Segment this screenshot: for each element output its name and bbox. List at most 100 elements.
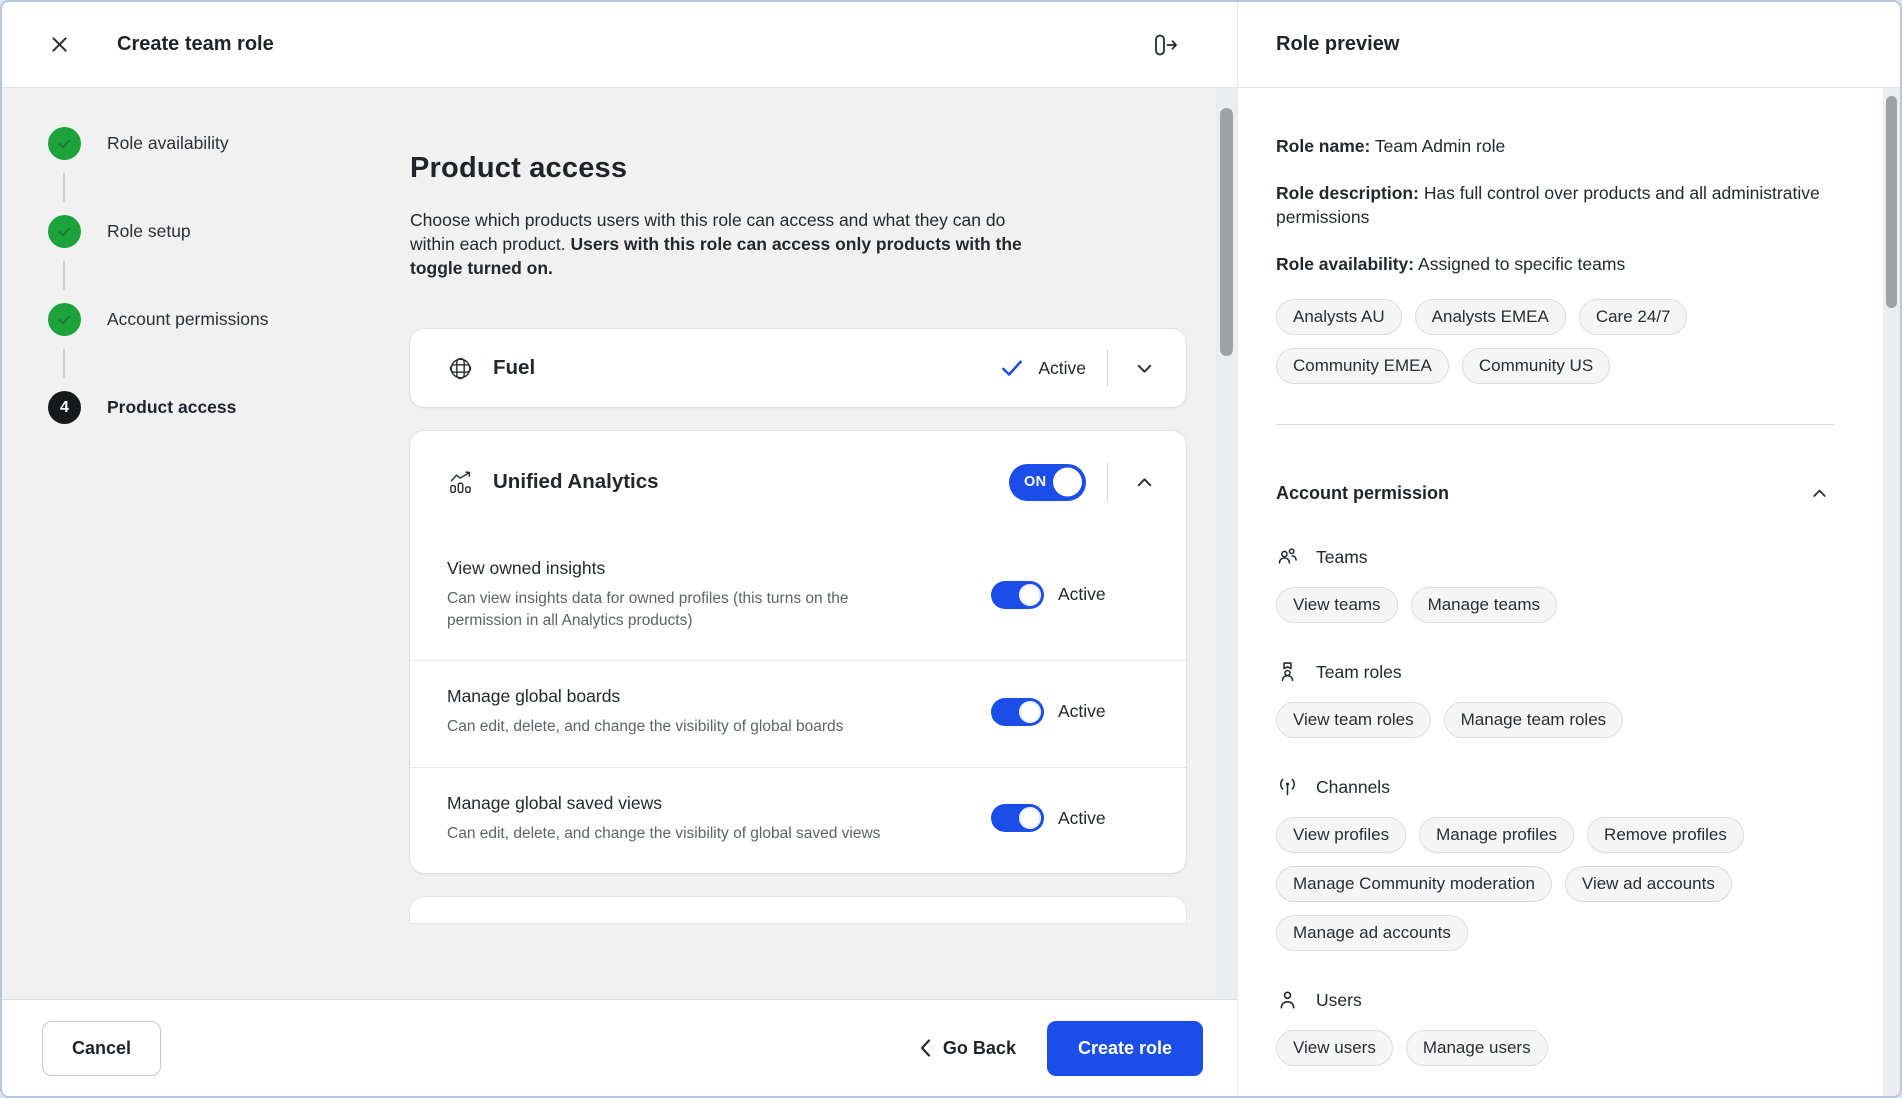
product-card-header: Fuel Active <box>410 329 1186 407</box>
permission-row-manage-global-boards: Manage global boards Can edit, delete, a… <box>410 660 1186 767</box>
section-users: Users <box>1276 988 1834 1011</box>
permission-chip: Manage ad accounts <box>1276 915 1468 951</box>
preview-title: Role preview <box>1276 33 1399 56</box>
step-label: Role setup <box>107 221 191 242</box>
teams-permission-chips: View teams Manage teams <box>1276 587 1834 623</box>
section-name: Teams <box>1316 547 1368 568</box>
page-description: Choose which products users with this ro… <box>410 208 1042 280</box>
permission-toggle[interactable] <box>991 698 1044 726</box>
product-card-partial <box>410 897 1186 923</box>
product-list: Fuel Active <box>410 329 1186 923</box>
channels-icon <box>1276 775 1299 798</box>
role-description-label: Role description: <box>1276 183 1419 203</box>
step-product-access[interactable]: 4 Product access <box>48 391 410 424</box>
step-role-setup[interactable]: Role setup <box>48 215 410 248</box>
collapse-product-button[interactable] <box>1129 467 1160 498</box>
wizard-stepper: Role availability Role setup Account per… <box>2 88 410 999</box>
permission-toggle[interactable] <box>991 581 1044 609</box>
expand-product-button[interactable] <box>1129 353 1160 384</box>
product-access-content: Product access Choose which products use… <box>410 88 1237 999</box>
step-account-permissions[interactable]: Account permissions <box>48 303 410 336</box>
chevron-up-icon <box>1133 471 1156 494</box>
step-connector <box>63 261 65 290</box>
permission-chip: View ad accounts <box>1565 866 1732 902</box>
permission-row-manage-global-saved-views: Manage global saved views Can edit, dele… <box>410 767 1186 874</box>
collapse-section-button[interactable] <box>1805 479 1834 508</box>
permission-chip: Manage users <box>1406 1030 1548 1066</box>
team-chip: Analysts AU <box>1276 299 1402 335</box>
permission-chip: Manage profiles <box>1419 817 1574 853</box>
wizard-body: Role availability Role setup Account per… <box>2 88 1237 999</box>
role-preview-panel: Role name: Team Admin role Role descript… <box>1238 88 1900 1096</box>
product-toggle[interactable]: ON <box>1009 464 1086 501</box>
wizard-region: Role availability Role setup Account per… <box>2 88 1238 1096</box>
divider <box>1107 463 1108 501</box>
toggle-on-label: ON <box>1024 474 1047 490</box>
active-check-icon <box>999 355 1025 381</box>
chevron-down-icon <box>1133 357 1156 380</box>
team-roles-icon <box>1276 660 1299 683</box>
permission-chip: View teams <box>1276 587 1398 623</box>
toggle-knob <box>1019 584 1041 606</box>
users-permission-chips: View users Manage users <box>1276 1030 1834 1066</box>
permission-description: Can edit, delete, and change the visibil… <box>447 716 899 738</box>
team-chip: Care 24/7 <box>1579 299 1688 335</box>
product-card-fuel: Fuel Active <box>410 329 1186 407</box>
toggle-knob <box>1019 807 1041 829</box>
cancel-button[interactable]: Cancel <box>42 1021 161 1076</box>
account-permission-title: Account permission <box>1276 483 1449 504</box>
close-button[interactable] <box>44 29 75 60</box>
permission-title: View owned insights <box>447 558 991 579</box>
dialog-header: Create team role Role preview <box>2 2 1900 88</box>
step-label: Account permissions <box>107 309 268 330</box>
go-back-button[interactable]: Go Back <box>918 1038 1016 1059</box>
product-name: Fuel <box>493 356 535 380</box>
permission-chip: Remove profiles <box>1587 817 1744 853</box>
toggle-knob <box>1053 468 1082 497</box>
chevron-up-icon <box>1809 483 1830 504</box>
fuel-product-icon <box>447 355 474 382</box>
analytics-product-icon <box>447 469 474 496</box>
step-label: Role availability <box>107 133 229 154</box>
product-card-unified-analytics: Unified Analytics ON <box>410 431 1186 873</box>
permission-title: Manage global saved views <box>447 793 991 814</box>
product-name: Unified Analytics <box>493 470 659 494</box>
permission-status: Active <box>1058 584 1106 605</box>
section-name: Team roles <box>1316 662 1402 683</box>
step-complete-icon <box>48 215 81 248</box>
step-role-availability[interactable]: Role availability <box>48 127 410 160</box>
main-scrollbar-track <box>1216 88 1237 999</box>
section-channels: Channels <box>1276 775 1834 798</box>
page-title: Product access <box>410 152 1186 185</box>
preview-panel-header: Role preview <box>1238 2 1900 88</box>
dialog-footer: Cancel Go Back Create role <box>2 999 1237 1096</box>
permission-toggle[interactable] <box>991 804 1044 832</box>
close-icon <box>50 35 69 54</box>
preview-divider <box>1276 424 1834 425</box>
create-role-button[interactable]: Create role <box>1047 1021 1203 1076</box>
toggle-knob <box>1019 701 1041 723</box>
section-name: Users <box>1316 990 1362 1011</box>
step-number-badge: 4 <box>48 391 81 424</box>
users-icon <box>1276 988 1299 1011</box>
permission-description: Can edit, delete, and change the visibil… <box>447 823 899 845</box>
preview-scrollbar-thumb[interactable] <box>1886 96 1897 308</box>
role-name-value: Team Admin role <box>1375 136 1505 156</box>
product-card-header: Unified Analytics ON <box>410 431 1186 533</box>
divider <box>1107 349 1108 387</box>
product-status: Active <box>1038 358 1086 379</box>
main-scrollbar-thumb[interactable] <box>1220 108 1233 356</box>
collapse-preview-panel-button[interactable] <box>1147 27 1185 63</box>
teams-icon <box>1276 545 1299 568</box>
role-name-label: Role name: <box>1276 136 1370 156</box>
team-chip: Community US <box>1462 348 1610 384</box>
preview-scrollbar-track <box>1883 88 1900 1096</box>
dialog-header-left: Create team role <box>2 2 1238 88</box>
permission-status: Active <box>1058 808 1106 829</box>
team-chip: Analysts EMEA <box>1415 299 1566 335</box>
permission-title: Manage global boards <box>447 686 991 707</box>
go-back-label: Go Back <box>943 1038 1016 1059</box>
permission-chip: View team roles <box>1276 702 1431 738</box>
role-name-row: Role name: Team Admin role <box>1276 134 1834 158</box>
team-roles-permission-chips: View team roles Manage team roles <box>1276 702 1834 738</box>
